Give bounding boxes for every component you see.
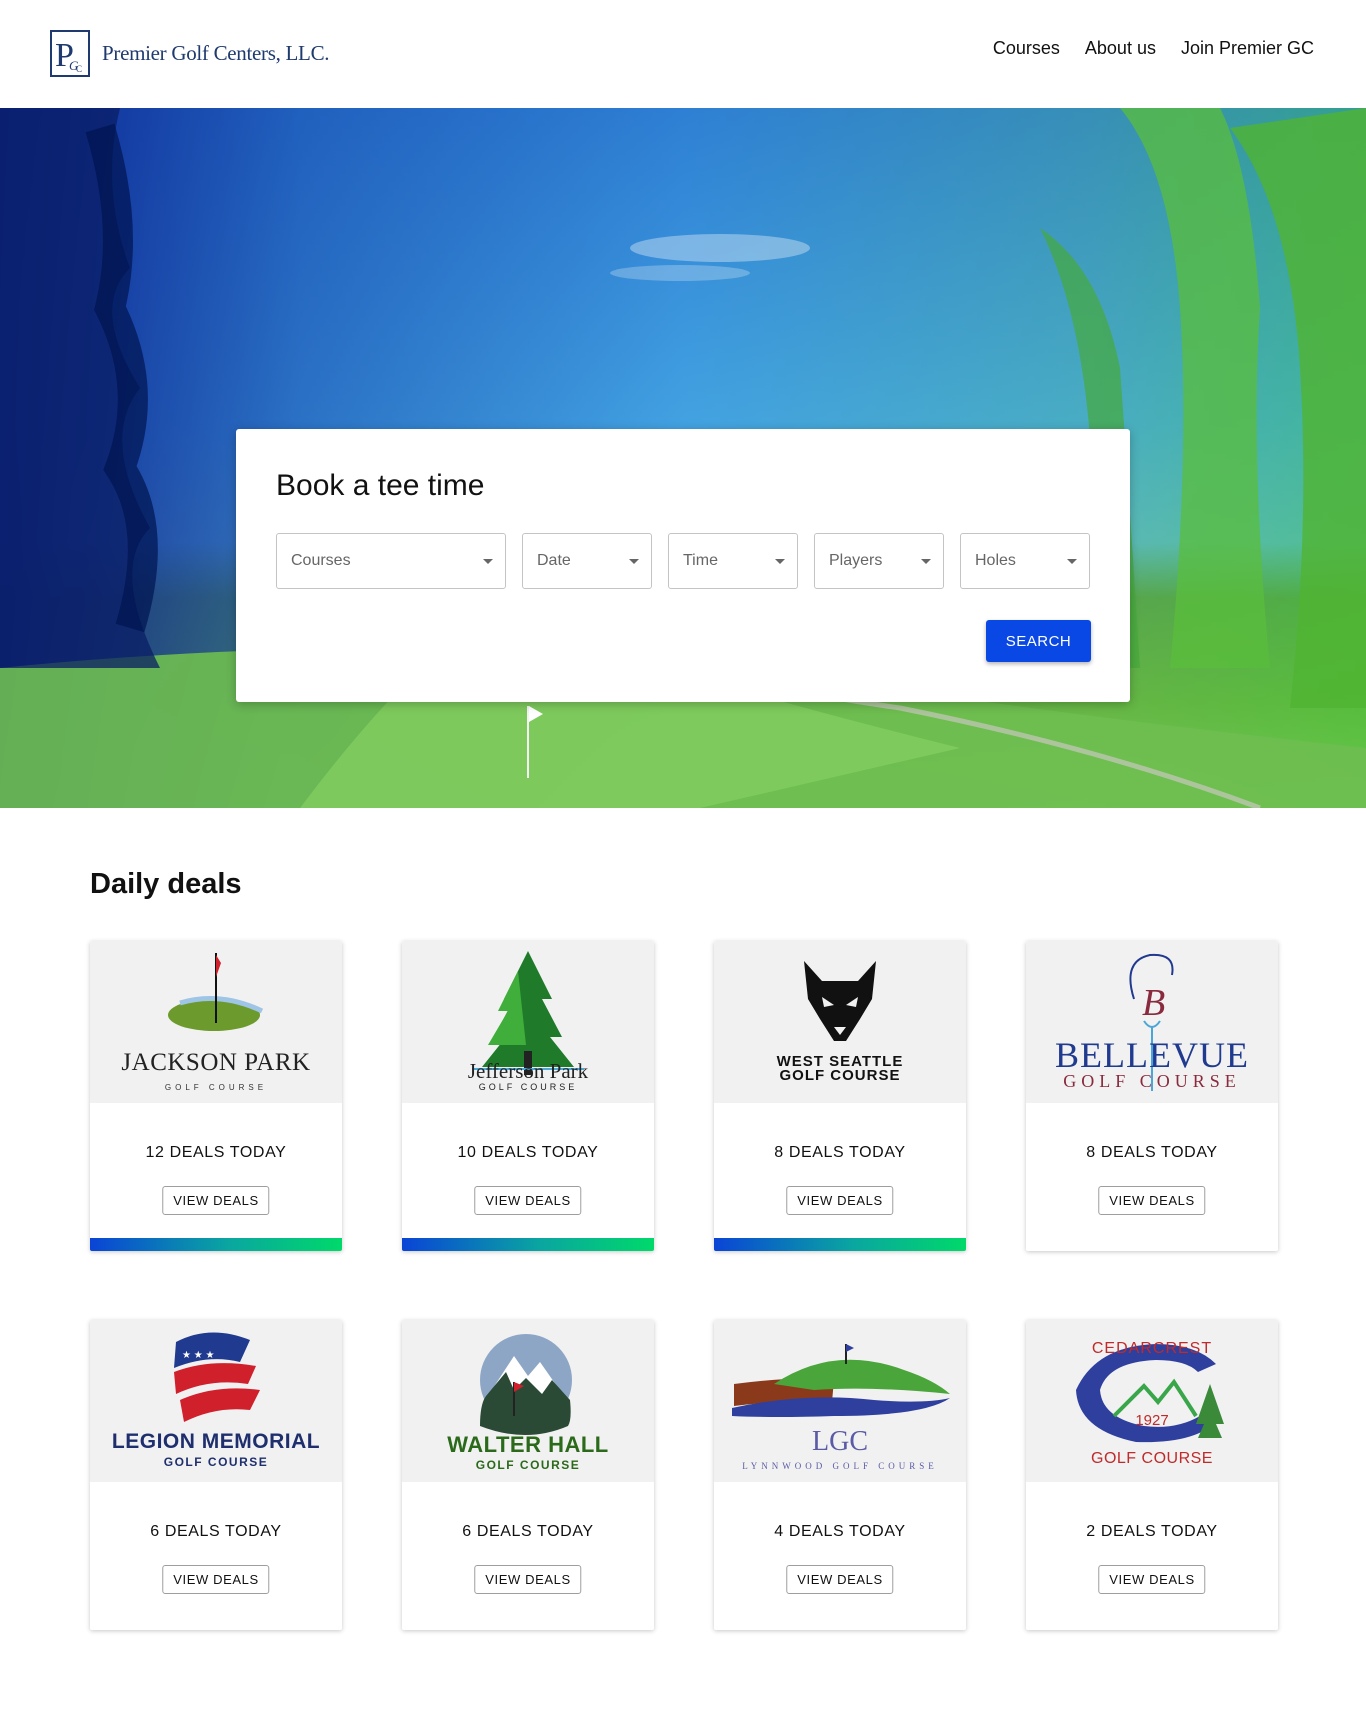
course-logo-cedarcrest: CEDARCREST 1927 GOLF COURSE <box>1026 1320 1278 1482</box>
course-logo-line1: CEDARCREST <box>1091 1340 1213 1357</box>
site-header: P G C Premier Golf Centers, LLC. Courses… <box>0 0 1366 108</box>
course-logo-line2: GOLF COURSE <box>1091 1450 1213 1467</box>
course-logo-line1: LGC <box>812 1426 868 1457</box>
deal-count: 8 DEALS TODAY <box>774 1144 906 1161</box>
course-logo-line1: Jefferson Park <box>467 1059 589 1083</box>
main-nav: Courses About us Join Premier GC <box>993 38 1314 59</box>
brand-name: Premier Golf Centers, LLC. <box>102 41 330 65</box>
course-logo-line2: LYNNWOOD GOLF COURSE <box>742 1461 938 1471</box>
course-logo-line2: GOLF COURSE <box>475 1458 581 1472</box>
booking-card: Book a tee time Courses Date Time Player… <box>236 429 1130 702</box>
chevron-down-icon <box>1067 559 1077 564</box>
course-logo-line2: GOLF COURSE <box>1063 1071 1241 1091</box>
course-logo-year: 1927 <box>1135 1412 1169 1429</box>
course-logo-line2: GOLF COURSE <box>478 1082 578 1092</box>
view-deals-button[interactable]: VIEW DEALS <box>786 1186 894 1215</box>
course-logo-legion-memorial: ★ ★ ★ LEGION MEMORIAL GOLF COURSE <box>90 1320 342 1482</box>
course-logo-line2: GOLF COURSE <box>779 1067 901 1084</box>
deal-card-lynnwood: LGC LYNNWOOD GOLF COURSE 4 DEALS TODAY V… <box>714 1320 966 1630</box>
deal-card-bellevue: B BELLEVUE GOLF COURSE 8 DEALS TODAY VIE… <box>1026 941 1278 1251</box>
course-logo-line1: JACKSON PARK <box>121 1049 311 1076</box>
svg-text:B: B <box>1142 982 1165 1024</box>
highlight-bar <box>90 1238 342 1251</box>
view-deals-button[interactable]: VIEW DEALS <box>1098 1565 1206 1594</box>
deal-card-jackson-park: JACKSON PARK GOLF COURSE 12 DEALS TODAY … <box>90 941 342 1251</box>
deal-card-legion-memorial: ★ ★ ★ LEGION MEMORIAL GOLF COURSE 6 DEAL… <box>90 1320 342 1630</box>
brand-logo[interactable]: P G C Premier Golf Centers, LLC. <box>50 30 330 77</box>
course-logo-line2: GOLF COURSE <box>163 1455 269 1469</box>
holes-select[interactable]: Holes <box>960 533 1090 589</box>
course-logo-jefferson-park: Jefferson Park GOLF COURSE <box>402 941 654 1103</box>
course-logo-line1: BELLEVUE <box>1055 1035 1249 1075</box>
chevron-down-icon <box>921 559 931 564</box>
nav-join[interactable]: Join Premier GC <box>1181 38 1314 59</box>
date-select[interactable]: Date <box>522 533 652 589</box>
course-logo-bellevue: B BELLEVUE GOLF COURSE <box>1026 941 1278 1103</box>
course-logo-line2: GOLF COURSE <box>164 1083 268 1092</box>
highlight-bar <box>402 1238 654 1251</box>
courses-select[interactable]: Courses <box>276 533 506 589</box>
deal-count: 6 DEALS TODAY <box>150 1523 282 1540</box>
course-logo-jackson-park: JACKSON PARK GOLF COURSE <box>90 941 342 1103</box>
hero-banner: Book a tee time Courses Date Time Player… <box>0 108 1366 808</box>
course-logo-lynnwood: LGC LYNNWOOD GOLF COURSE <box>714 1320 966 1482</box>
search-button[interactable]: SEARCH <box>986 620 1091 662</box>
date-placeholder: Date <box>537 552 571 569</box>
highlight-bar <box>714 1238 966 1251</box>
brand-monogram-icon: P G C <box>50 30 90 77</box>
deal-count: 2 DEALS TODAY <box>1086 1523 1218 1540</box>
deal-count: 10 DEALS TODAY <box>457 1144 599 1161</box>
deal-count: 6 DEALS TODAY <box>462 1523 594 1540</box>
svg-text:★ ★ ★: ★ ★ ★ <box>182 1350 214 1361</box>
section-title: Daily deals <box>90 868 242 900</box>
nav-about-us[interactable]: About us <box>1085 38 1156 59</box>
courses-placeholder: Courses <box>291 552 351 569</box>
course-logo-west-seattle: WEST SEATTLE GOLF COURSE <box>714 941 966 1103</box>
view-deals-button[interactable]: VIEW DEALS <box>786 1565 894 1594</box>
booking-title: Book a tee time <box>276 469 485 502</box>
svg-text:C: C <box>76 64 82 74</box>
nav-courses[interactable]: Courses <box>993 38 1060 59</box>
time-placeholder: Time <box>683 552 718 569</box>
booking-fields: Courses Date Time Players Holes <box>276 533 1090 589</box>
view-deals-button[interactable]: VIEW DEALS <box>474 1186 582 1215</box>
course-logo-line1: WALTER HALL <box>447 1432 609 1457</box>
deal-card-cedarcrest: CEDARCREST 1927 GOLF COURSE 2 DEALS TODA… <box>1026 1320 1278 1630</box>
chevron-down-icon <box>629 559 639 564</box>
view-deals-button[interactable]: VIEW DEALS <box>162 1565 270 1594</box>
chevron-down-icon <box>483 559 493 564</box>
time-select[interactable]: Time <box>668 533 798 589</box>
deal-count: 12 DEALS TODAY <box>145 1144 287 1161</box>
course-logo-walter-hall: WALTER HALL GOLF COURSE <box>402 1320 654 1482</box>
view-deals-button[interactable]: VIEW DEALS <box>162 1186 270 1215</box>
deal-count: 4 DEALS TODAY <box>774 1523 906 1540</box>
players-select[interactable]: Players <box>814 533 944 589</box>
deal-card-walter-hall: WALTER HALL GOLF COURSE 6 DEALS TODAY VI… <box>402 1320 654 1630</box>
view-deals-button[interactable]: VIEW DEALS <box>1098 1186 1206 1215</box>
chevron-down-icon <box>775 559 785 564</box>
course-logo-line1: LEGION MEMORIAL <box>111 1430 321 1453</box>
players-placeholder: Players <box>829 552 883 569</box>
deal-count: 8 DEALS TODAY <box>1086 1144 1218 1161</box>
deal-card-west-seattle: WEST SEATTLE GOLF COURSE 8 DEALS TODAY V… <box>714 941 966 1251</box>
deal-card-jefferson-park: Jefferson Park GOLF COURSE 10 DEALS TODA… <box>402 941 654 1251</box>
holes-placeholder: Holes <box>975 552 1016 569</box>
view-deals-button[interactable]: VIEW DEALS <box>474 1565 582 1594</box>
